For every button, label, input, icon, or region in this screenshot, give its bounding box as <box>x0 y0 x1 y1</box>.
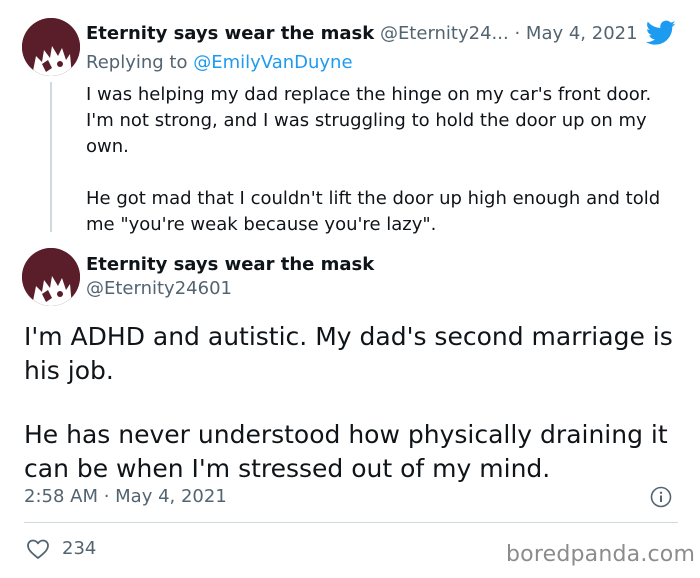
watermark: boredpanda.com <box>506 542 696 567</box>
actions-divider <box>24 522 678 523</box>
like-count[interactable]: 234 <box>62 536 96 562</box>
reply-date[interactable]: May 4, 2021 <box>526 23 638 44</box>
main-avatar[interactable] <box>22 248 80 306</box>
main-author-name[interactable]: Eternity says wear the mask <box>86 252 374 278</box>
replying-prefix: Replying to <box>86 52 188 73</box>
info-icon[interactable] <box>650 486 672 508</box>
avatar-image <box>22 18 80 76</box>
reply-author-name[interactable]: Eternity says wear the mask <box>86 23 374 44</box>
reply-avatar[interactable] <box>22 18 80 76</box>
reply-header: Eternity says wear the mask @Eternity24.… <box>86 20 686 48</box>
thread-connector-line <box>50 82 52 232</box>
reply-paragraph: I was helping my dad replace the hinge o… <box>86 84 652 157</box>
reply-tweet-text: I was helping my dad replace the hinge o… <box>86 82 676 238</box>
twitter-bird-icon[interactable] <box>646 20 676 46</box>
reply-paragraph: He got mad that I couldn't lift the door… <box>86 188 661 235</box>
main-tweet-text: I'm ADHD and autistic. My dad's second m… <box>24 320 684 486</box>
avatar-image <box>22 248 80 306</box>
main-paragraph: I'm ADHD and autistic. My dad's second m… <box>24 322 673 385</box>
replying-mention-link[interactable]: @EmilyVanDuyne <box>193 52 352 73</box>
reply-author-handle[interactable]: @Eternity24... <box>380 23 509 44</box>
replying-to-line: Replying to @EmilyVanDuyne <box>86 50 353 76</box>
main-paragraph: He has never understood how physically d… <box>24 420 668 483</box>
main-timestamp[interactable]: 2:58 AM · May 4, 2021 <box>24 484 227 510</box>
main-author-handle[interactable]: @Eternity24601 <box>86 276 232 302</box>
reply-separator: · <box>514 23 521 44</box>
heart-icon[interactable] <box>26 538 50 560</box>
